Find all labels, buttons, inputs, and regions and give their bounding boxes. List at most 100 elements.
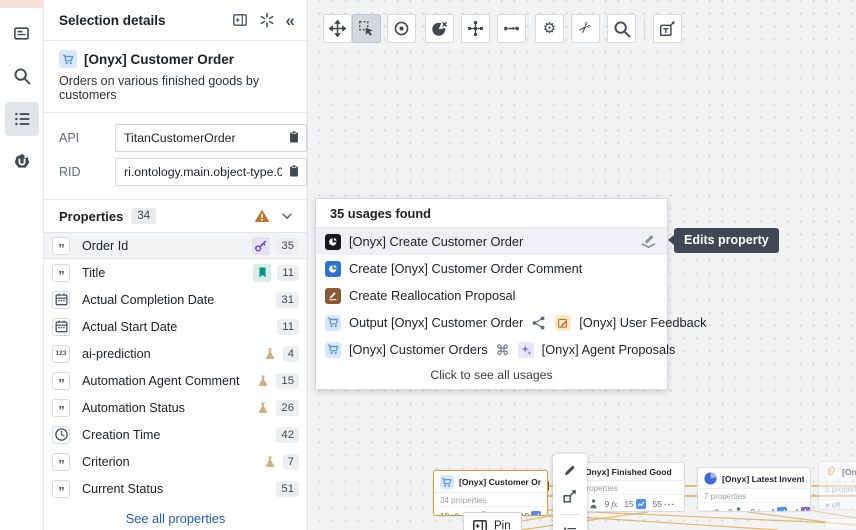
type-string-icon: ” <box>52 453 70 471</box>
property-row[interactable]: ” Criterion 7 <box>44 448 307 475</box>
link-tool-button[interactable] <box>497 14 526 43</box>
node-stat: × <box>825 500 842 510</box>
node-stat: × <box>704 507 721 512</box>
zoom-tool-button[interactable] <box>607 14 636 43</box>
usage-count-badge: 7 <box>283 454 299 470</box>
node-title: [Onyx] Latest Inventory Level <box>722 474 804 484</box>
usage-row[interactable]: [Onyx] Customer Orders⌘[Onyx] Agent Prop… <box>316 336 667 363</box>
aip-sparkle-icon <box>518 342 534 358</box>
see-all-usages-link[interactable]: Click to see all usages <box>316 363 667 389</box>
object-title: [Onyx] Customer Order <box>84 52 234 67</box>
chevron-down-icon[interactable] <box>280 209 294 223</box>
node-title: [Onyx] <box>842 467 856 477</box>
settings-tool-icon: ⚙ <box>543 20 556 38</box>
node-subtitle: 7 properties <box>698 489 810 503</box>
property-row[interactable]: Actual Completion Date 31 <box>44 286 307 313</box>
link-tool-icon <box>503 20 520 37</box>
pin-button[interactable]: Pin <box>463 512 522 530</box>
type-date-icon <box>52 318 70 336</box>
property-label: Order Id <box>82 239 128 253</box>
type-string-icon: ” <box>52 264 70 282</box>
select-tool-button[interactable] <box>352 14 381 43</box>
usage-count-badge: 31 <box>276 292 299 308</box>
property-row[interactable]: Creation Time 42 <box>44 421 307 448</box>
node-subtitle: 5 properties <box>819 482 856 496</box>
manual-edit-icon <box>325 288 341 304</box>
cut-tool-button[interactable]: ✂ <box>571 14 600 43</box>
node-stat: 10 <box>440 511 461 516</box>
rail-item-details-card[interactable] <box>5 16 39 50</box>
edits-property-tooltip: Edits property <box>674 228 779 253</box>
move-tool-button[interactable] <box>323 14 352 43</box>
usage-row[interactable]: Output [Onyx] Customer Order[Onyx] User … <box>316 309 667 336</box>
action-pie-dark-icon <box>325 234 341 250</box>
target-tool-button[interactable] <box>387 14 416 43</box>
cart-icon <box>440 475 454 489</box>
customer-order-cart-icon <box>59 50 77 68</box>
node-title: [Onyx] Finished Good <box>582 467 672 477</box>
experimental-flask-icon <box>256 401 270 415</box>
property-label: Automation Status <box>82 401 185 415</box>
property-row[interactable]: ” Automation Agent Comment 15 <box>44 367 307 394</box>
property-row[interactable]: Actual Start Date 11 <box>44 313 307 340</box>
usage-count-badge: 51 <box>276 481 299 497</box>
node-subtitle: 34 properties <box>434 493 547 507</box>
type-string-icon: ” <box>52 237 70 255</box>
usage-row[interactable]: [Onyx] Create Customer Order <box>316 228 667 255</box>
field-label: API <box>59 131 115 145</box>
usage-count-badge: 15 <box>276 373 299 389</box>
title-bookmark-icon <box>253 264 271 282</box>
toolbar-divider <box>644 18 645 40</box>
add-text-tool-icon <box>659 20 676 37</box>
usage-row[interactable]: Create Reallocation Proposal <box>316 282 667 309</box>
pin-to-map-icon[interactable] <box>562 488 578 504</box>
edit-pencil-icon[interactable] <box>562 462 578 478</box>
object-summary: [Onyx] Customer Order Orders on various … <box>44 41 307 113</box>
property-label: Creation Time <box>82 428 160 442</box>
rid-input[interactable]: ri.ontology.main.object-type.0 <box>115 158 307 186</box>
property-row[interactable]: ” Title 11 <box>44 259 307 286</box>
graph-node[interactable]: [Onyx] Finished Good properties 79fx1555… <box>575 462 685 512</box>
property-row[interactable]: 123 ai-prediction 4 <box>44 340 307 367</box>
expand-burst-icon[interactable] <box>259 12 275 28</box>
graph-node[interactable]: [Onyx] 5 properties × <box>818 461 856 510</box>
warning-icon[interactable] <box>254 208 270 224</box>
action-pie-blue-icon <box>325 261 341 277</box>
api-input[interactable]: TitanCustomerOrder <box>115 124 307 152</box>
copy-clipboard-icon[interactable] <box>287 164 301 178</box>
usage-target-label: [Onyx] User Feedback <box>579 315 706 330</box>
node-subtitle: properties <box>576 481 684 495</box>
node-stat: 9fx <box>605 499 618 509</box>
property-row[interactable]: ” Order Id 35 <box>44 232 307 259</box>
rail-item-list-view[interactable] <box>5 102 39 136</box>
primary-key-icon <box>252 237 270 255</box>
rail-item-ontology[interactable] <box>5 145 39 179</box>
pin-button-label: Pin <box>494 520 511 530</box>
rail-item-search[interactable] <box>5 59 39 93</box>
see-all-properties-link[interactable]: See all properties <box>44 502 307 530</box>
copy-clipboard-icon[interactable] <box>287 130 301 144</box>
usage-count-badge: 26 <box>276 400 299 416</box>
graph-node[interactable]: [Onyx] Customer Order 34 properties 1029… <box>433 470 548 516</box>
usage-label: [Onyx] Customer Orders <box>349 342 488 357</box>
graph-canvas[interactable]: ⚙ ✂ [Onyx] Customer Order 34 properties 1… <box>308 0 856 530</box>
pin-panel-icon[interactable] <box>232 12 248 28</box>
detail-list-icon[interactable] <box>562 525 578 530</box>
remove-pie-tool-button[interactable] <box>425 14 454 43</box>
object-description: Orders on various finished goods by cust… <box>59 74 292 102</box>
faded-node-fragment <box>825 518 856 530</box>
property-row[interactable]: ” Current Status 51 <box>44 475 307 502</box>
share-link-icon <box>531 315 547 331</box>
property-row[interactable]: ” Automation Status 26 <box>44 394 307 421</box>
node-title: [Onyx] Customer Order <box>459 477 541 487</box>
settings-tool-button[interactable]: ⚙ <box>535 14 564 43</box>
collapse-panel-icon[interactable]: « <box>286 12 295 29</box>
graph-node[interactable]: [Onyx] Latest Inventory Level 7 properti… <box>697 467 811 512</box>
add-text-tool-button[interactable] <box>653 14 682 43</box>
properties-title: Properties <box>59 209 123 224</box>
list-view-icon <box>13 110 31 128</box>
layout-tool-button[interactable] <box>461 14 490 43</box>
writeback-edit-icon <box>555 315 571 331</box>
edits-property-icon[interactable] <box>640 233 657 250</box>
usage-row[interactable]: Create [Onyx] Customer Order Comment <box>316 255 667 282</box>
